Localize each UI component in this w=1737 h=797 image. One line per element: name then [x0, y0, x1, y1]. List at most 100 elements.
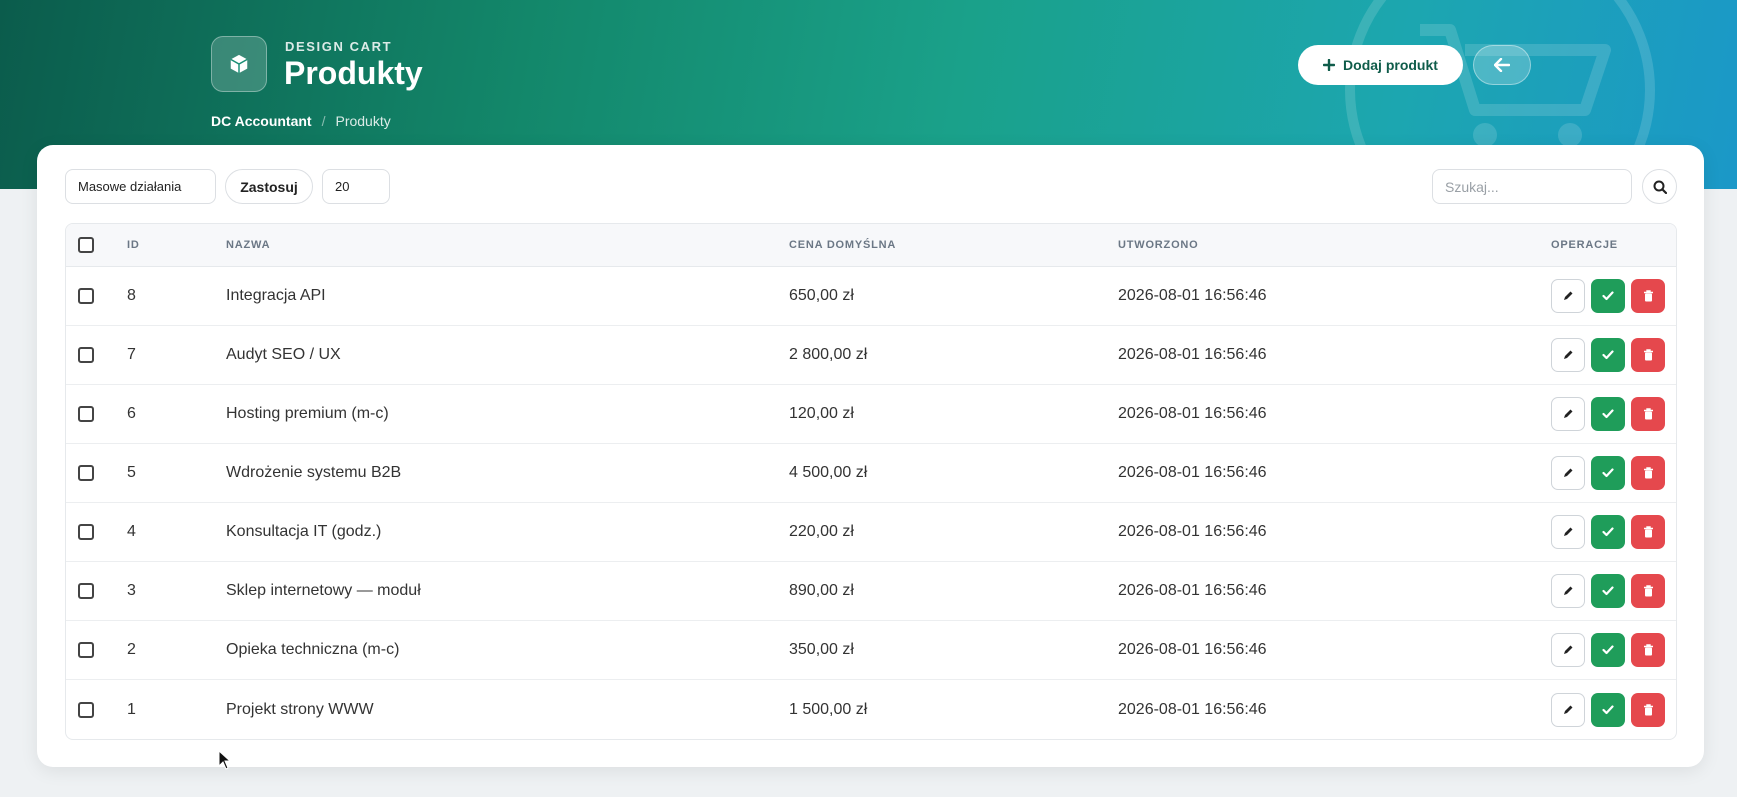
delete-button[interactable]: [1631, 692, 1665, 727]
row-checkbox[interactable]: [78, 465, 94, 481]
cell-name: Audyt SEO / UX: [226, 346, 341, 363]
edit-button[interactable]: [1551, 515, 1585, 549]
table-body: 8 Integracja API 650,00 zł 2026-08-01 16…: [66, 267, 1676, 739]
trash-icon: [1643, 585, 1653, 597]
table-row: 3 Sklep internetowy — moduł 890,00 zł 20…: [66, 562, 1676, 621]
approve-button[interactable]: [1591, 338, 1625, 372]
approve-button[interactable]: [1591, 633, 1625, 667]
cell-created: 2026-08-01 16:56:46: [1118, 405, 1267, 422]
cell-name: Hosting premium (m-c): [226, 405, 389, 422]
search-button[interactable]: [1642, 169, 1677, 204]
check-icon: [1602, 350, 1614, 360]
breadcrumb-link-home[interactable]: DC Accountant: [211, 113, 312, 129]
delete-button[interactable]: [1631, 338, 1665, 372]
edit-button[interactable]: [1551, 338, 1585, 372]
column-header-id[interactable]: ID: [127, 239, 226, 251]
approve-button[interactable]: [1591, 574, 1625, 608]
column-header-name[interactable]: NAZWA: [226, 239, 789, 251]
delete-button[interactable]: [1631, 574, 1665, 608]
row-operations: [1551, 279, 1676, 313]
per-page-select[interactable]: 20: [322, 169, 390, 204]
row-checkbox[interactable]: [78, 288, 94, 304]
delete-button[interactable]: [1631, 515, 1665, 549]
check-icon: [1602, 291, 1614, 301]
brand-subtitle: DESIGN CART: [285, 39, 393, 54]
trash-icon: [1643, 526, 1653, 538]
pencil-icon: [1564, 468, 1573, 477]
pencil-icon: [1564, 645, 1573, 654]
cell-price: 2 800,00 zł: [789, 346, 868, 363]
row-checkbox[interactable]: [78, 406, 94, 422]
row-checkbox[interactable]: [78, 642, 94, 658]
table-row: 2 Opieka techniczna (m-c) 350,00 zł 2026…: [66, 621, 1676, 680]
row-checkbox[interactable]: [78, 524, 94, 540]
products-table: ID NAZWA CENA DOMYŚLNA UTWORZONO OPERACJ…: [65, 223, 1677, 740]
check-icon: [1602, 527, 1614, 537]
table-row: 4 Konsultacja IT (godz.) 220,00 zł 2026-…: [66, 503, 1676, 562]
check-icon: [1602, 468, 1614, 478]
approve-button[interactable]: [1591, 515, 1625, 549]
row-checkbox[interactable]: [78, 583, 94, 599]
select-all-checkbox[interactable]: [78, 237, 94, 253]
trash-icon: [1643, 290, 1653, 302]
pencil-icon: [1564, 705, 1573, 714]
edit-button[interactable]: [1551, 397, 1585, 431]
cell-price: 220,00 zł: [789, 523, 854, 540]
search-input[interactable]: [1432, 169, 1632, 204]
row-checkbox[interactable]: [78, 701, 94, 718]
cell-created: 2026-08-01 16:56:46: [1118, 287, 1267, 304]
trash-icon: [1643, 703, 1653, 715]
column-header-price[interactable]: CENA DOMYŚLNA: [789, 239, 1118, 251]
add-product-label: Dodaj produkt: [1343, 57, 1438, 73]
cell-id: 6: [127, 405, 136, 422]
column-header-created[interactable]: UTWORZONO: [1118, 239, 1551, 251]
plus-icon: [1323, 59, 1336, 71]
cell-name: Integracja API: [226, 287, 326, 304]
cell-price: 890,00 zł: [789, 582, 854, 599]
cell-price: 120,00 zł: [789, 405, 854, 422]
cell-price: 350,00 zł: [789, 641, 854, 658]
cube-icon: [230, 54, 248, 74]
check-icon: [1602, 586, 1614, 596]
approve-button[interactable]: [1591, 692, 1625, 727]
apply-button[interactable]: Zastosuj: [225, 169, 313, 204]
edit-button[interactable]: [1551, 456, 1585, 490]
row-operations: [1551, 456, 1676, 490]
cell-created: 2026-08-01 16:56:46: [1118, 641, 1267, 658]
add-product-button[interactable]: Dodaj produkt: [1298, 45, 1463, 85]
approve-button[interactable]: [1591, 456, 1625, 490]
page-title: Produkty: [284, 55, 423, 91]
search-icon: [1653, 180, 1667, 194]
cell-created: 2026-08-01 16:56:46: [1118, 700, 1267, 718]
delete-button[interactable]: [1631, 633, 1665, 667]
bulk-actions-select[interactable]: Masowe działania: [65, 169, 216, 204]
breadcrumb-current: Produkty: [335, 113, 391, 129]
back-button[interactable]: [1473, 45, 1531, 85]
cell-name: Konsultacja IT (godz.): [226, 523, 382, 540]
cell-price: 1 500,00 zł: [789, 700, 868, 718]
edit-button[interactable]: [1551, 279, 1585, 313]
pencil-icon: [1564, 586, 1573, 595]
delete-button[interactable]: [1631, 456, 1665, 490]
table-row: 7 Audyt SEO / UX 2 800,00 zł 2026-08-01 …: [66, 326, 1676, 385]
row-operations: [1551, 633, 1676, 667]
delete-button[interactable]: [1631, 397, 1665, 431]
delete-button[interactable]: [1631, 279, 1665, 313]
approve-button[interactable]: [1591, 397, 1625, 431]
edit-button[interactable]: [1551, 633, 1585, 667]
edit-button[interactable]: [1551, 692, 1585, 727]
table-row: 6 Hosting premium (m-c) 120,00 zł 2026-0…: [66, 385, 1676, 444]
cell-id: 2: [127, 641, 136, 658]
row-operations: [1551, 515, 1676, 549]
edit-button[interactable]: [1551, 574, 1585, 608]
cell-created: 2026-08-01 16:56:46: [1118, 464, 1267, 481]
cell-name: Wdrożenie systemu B2B: [226, 464, 402, 481]
mouse-cursor-icon: [218, 750, 232, 770]
row-checkbox[interactable]: [78, 347, 94, 363]
row-operations: [1551, 397, 1676, 431]
breadcrumb: DC Accountant / Produkty: [211, 113, 391, 129]
check-icon: [1602, 409, 1614, 419]
approve-button[interactable]: [1591, 279, 1625, 313]
trash-icon: [1643, 408, 1653, 420]
cell-created: 2026-08-01 16:56:46: [1118, 523, 1267, 540]
